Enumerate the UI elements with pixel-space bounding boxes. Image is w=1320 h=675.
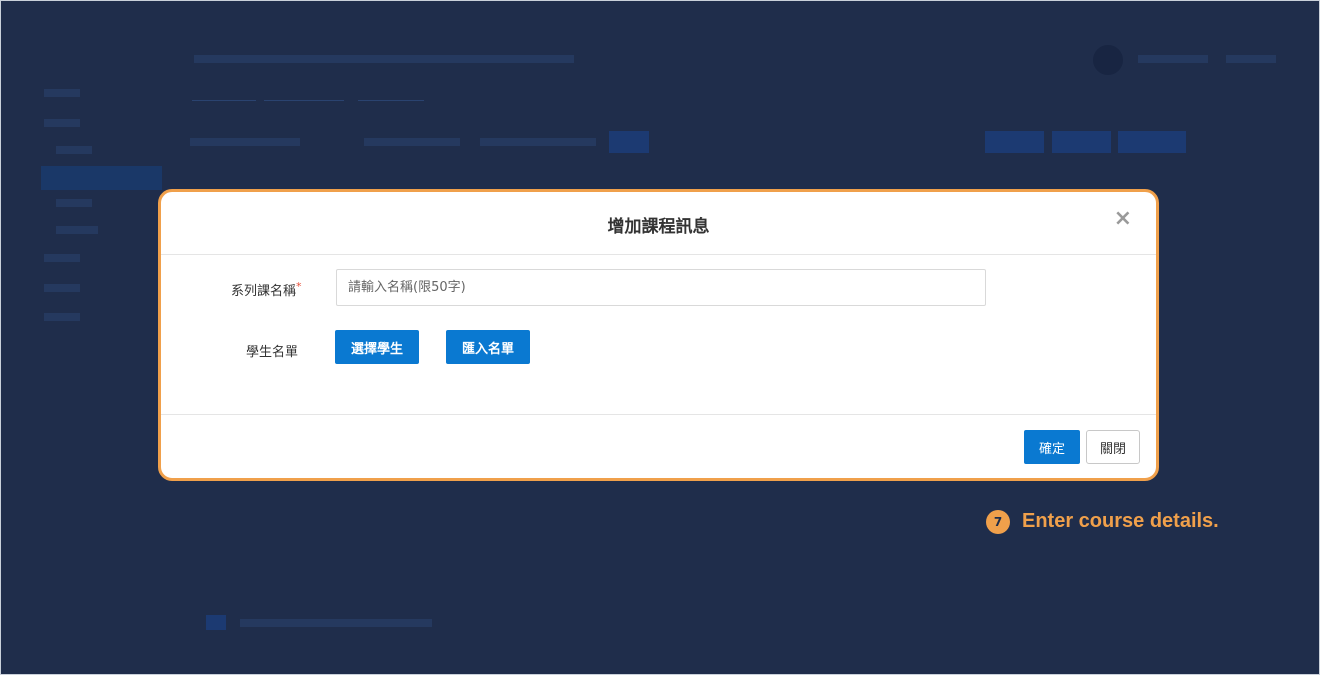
close-icon[interactable]: × <box>1114 208 1132 230</box>
bg-filter-3 <box>480 138 596 146</box>
student-list-label: 學生名單 <box>246 345 299 360</box>
dialog-title: 增加課程訊息 <box>607 217 710 237</box>
sidebar-item-5 <box>56 199 92 207</box>
dialog-header: 增加課程訊息 × <box>161 192 1156 255</box>
sidebar-item-2 <box>44 119 80 127</box>
required-mark: * <box>296 280 302 293</box>
language-menu-placeholder <box>1226 55 1276 63</box>
series-name-input[interactable] <box>336 269 986 306</box>
select-students-button[interactable]: 選擇學生 <box>335 330 419 364</box>
sidebar-item-6 <box>56 226 98 234</box>
confirm-button[interactable]: 確定 <box>1024 430 1080 464</box>
bg-pagination <box>206 615 226 630</box>
close-button[interactable]: 關閉 <box>1086 430 1140 464</box>
sidebar-item-9 <box>44 313 80 321</box>
bg-search-button <box>609 131 649 153</box>
user-menu-placeholder <box>1138 55 1208 63</box>
bg-action-button-1 <box>985 131 1044 153</box>
series-name-label: 系列課名稱 <box>231 284 297 299</box>
bg-filter-2 <box>364 138 460 146</box>
bg-pagination-info <box>240 619 432 627</box>
bg-action-button-2 <box>1052 131 1111 153</box>
import-list-button[interactable]: 匯入名單 <box>446 330 530 364</box>
sidebar-item-1 <box>44 89 80 97</box>
add-course-dialog: 增加課程訊息 × 系列課名稱* 學生名單 選擇學生 匯入名單 確定 關閉 <box>158 189 1159 481</box>
step-number-badge: 7 <box>986 510 1010 534</box>
sidebar-item-7 <box>44 254 80 262</box>
bg-tab-2 <box>264 86 344 101</box>
series-name-label-wrap: 系列課名稱* <box>231 280 302 299</box>
sidebar-item-8 <box>44 284 80 292</box>
bg-tab-3 <box>358 86 424 101</box>
bg-filter-1 <box>190 138 300 146</box>
step-instruction: Enter course details. <box>1022 510 1219 532</box>
bg-tab-1 <box>192 86 256 101</box>
bg-action-button-3 <box>1118 131 1186 153</box>
notice-bar <box>194 55 574 63</box>
dialog-footer <box>161 414 1156 415</box>
sidebar-item-3 <box>56 146 92 154</box>
sidebar-item-active <box>41 166 162 190</box>
avatar <box>1093 45 1123 75</box>
